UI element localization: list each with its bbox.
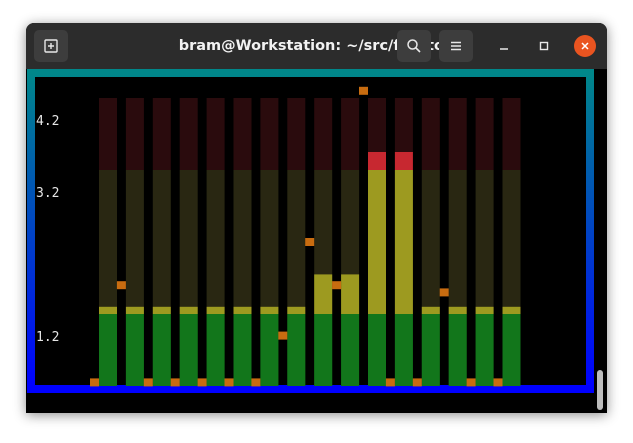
peak-marker xyxy=(278,331,288,340)
title-bar: bram@Workstation: ~/src/freqtop xyxy=(26,23,607,69)
peak-marker xyxy=(412,378,422,387)
bar-red xyxy=(368,152,386,170)
bar-yellow xyxy=(152,306,171,314)
peak-marker xyxy=(197,378,207,387)
bar-yellow xyxy=(179,306,198,314)
bar-yellow xyxy=(206,306,225,314)
peak-marker xyxy=(305,238,315,246)
bar-green xyxy=(394,314,413,386)
bar-yellow xyxy=(287,306,306,314)
bar-green xyxy=(502,314,521,386)
bar-red-bg xyxy=(125,98,144,170)
bar-yellow-bg xyxy=(152,170,171,314)
bar-yellow-bg xyxy=(287,170,306,314)
bar-yellow xyxy=(368,170,386,314)
bar-green xyxy=(287,314,306,386)
bar-red-bg xyxy=(502,98,521,170)
bar-green xyxy=(260,314,279,386)
bar-green xyxy=(314,314,333,386)
window-title: bram@Workstation: ~/src/freqtop xyxy=(178,38,455,54)
bar-red-bg xyxy=(206,98,225,170)
bar-red-bg xyxy=(475,98,494,170)
peak-marker xyxy=(493,378,503,387)
bar-yellow-bg xyxy=(233,170,252,314)
bar-green xyxy=(233,314,252,386)
bar-red-bg xyxy=(421,98,440,170)
bar-yellow-bg xyxy=(421,170,440,314)
bar-yellow-bg xyxy=(448,170,467,314)
peak-marker xyxy=(90,378,99,387)
bar-red xyxy=(394,152,413,170)
maximize-icon xyxy=(539,41,549,51)
bar-yellow-bg xyxy=(99,170,117,314)
bar-green xyxy=(448,314,467,386)
close-button[interactable] xyxy=(574,35,596,57)
bar-red-bg xyxy=(341,98,360,170)
scrollbar[interactable] xyxy=(597,370,603,410)
bar-yellow xyxy=(99,306,117,314)
bar-green xyxy=(421,314,440,386)
bar-green xyxy=(125,314,144,386)
new-tab-button[interactable] xyxy=(34,30,68,62)
bar-yellow xyxy=(314,274,333,314)
bar-yellow-bg xyxy=(475,170,494,314)
bar-green xyxy=(475,314,494,386)
bar-green xyxy=(152,314,171,386)
terminal-content[interactable]: 4.2 3.2 1.2 xyxy=(26,69,607,413)
freqtop-chart xyxy=(27,69,594,393)
bar-yellow xyxy=(341,274,360,314)
search-button[interactable] xyxy=(397,30,431,62)
menu-button[interactable] xyxy=(439,30,473,62)
bar-red-bg xyxy=(287,98,306,170)
bar-yellow xyxy=(421,306,440,314)
bar-red-bg xyxy=(233,98,252,170)
bar-yellow xyxy=(502,306,521,314)
peak-marker xyxy=(439,288,449,297)
peak-marker xyxy=(359,86,368,95)
peak-marker xyxy=(143,378,153,387)
bar-yellow xyxy=(475,306,494,314)
minimize-button[interactable] xyxy=(493,35,515,57)
peak-marker xyxy=(385,378,395,387)
bar-green xyxy=(368,314,386,386)
peak-marker xyxy=(251,378,261,387)
bar-red-bg xyxy=(152,98,171,170)
bar-green xyxy=(206,314,225,386)
bar-yellow-bg xyxy=(502,170,521,314)
bar-green xyxy=(179,314,198,386)
bar-yellow xyxy=(233,306,252,314)
new-tab-icon xyxy=(44,39,58,53)
bar-red-bg xyxy=(314,98,333,170)
y-tick-1-2: 1.2 xyxy=(36,330,60,345)
minimize-icon xyxy=(500,48,508,50)
bar-green xyxy=(341,314,360,386)
y-tick-4-2: 4.2 xyxy=(36,114,60,129)
terminal-window: bram@Workstation: ~/src/freqtop 4.2 3.2 … xyxy=(26,23,607,413)
bar-red-bg xyxy=(448,98,467,170)
bar-green xyxy=(99,314,117,386)
peak-marker xyxy=(170,378,180,387)
close-icon xyxy=(581,42,589,50)
peak-marker xyxy=(466,378,476,387)
bar-yellow-bg xyxy=(206,170,225,314)
bar-red-bg xyxy=(99,98,117,170)
bar-yellow xyxy=(260,306,279,314)
hamburger-menu-icon xyxy=(451,41,461,51)
y-tick-3-2: 3.2 xyxy=(36,186,60,201)
bar-yellow-bg xyxy=(179,170,198,314)
bar-red-bg xyxy=(179,98,198,170)
bar-red-bg xyxy=(260,98,279,170)
bar-yellow-bg xyxy=(125,170,144,314)
bar-yellow xyxy=(125,306,144,314)
peak-marker xyxy=(224,378,234,387)
peak-marker xyxy=(332,281,342,290)
peak-marker xyxy=(116,281,126,290)
bar-yellow xyxy=(448,306,467,314)
bar-yellow-bg xyxy=(260,170,279,314)
search-icon xyxy=(407,39,421,53)
bar-yellow xyxy=(394,170,413,314)
maximize-button[interactable] xyxy=(533,35,555,57)
